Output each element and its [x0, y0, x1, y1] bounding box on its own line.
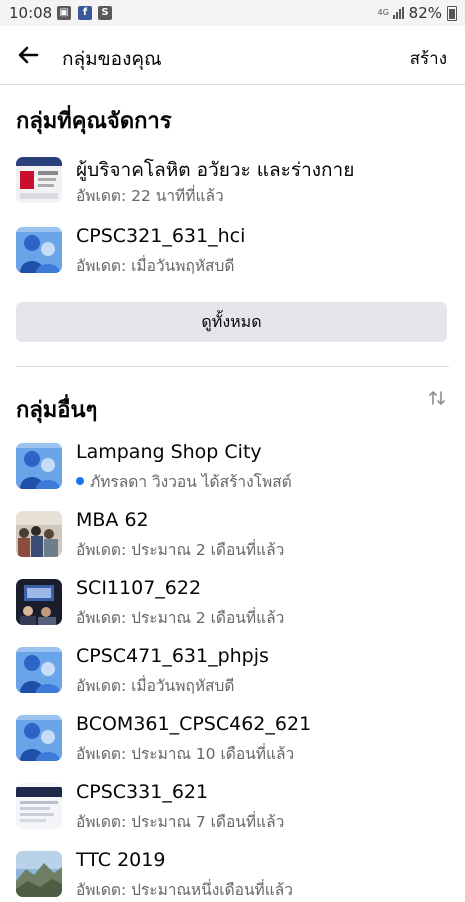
facebook-notification-icon: f [78, 6, 92, 20]
group-name: CPSC471_631_phpjs [76, 645, 269, 667]
group-item-lampang-shop-city[interactable]: Lampang Shop City ภัทรลดา วิงวอน ได้สร้า… [16, 441, 446, 491]
signal-icon [392, 7, 404, 19]
group-item-cpsc321[interactable]: CPSC321_631_hci อัพเดต: เมื่อวันพฤหัสบดี [16, 225, 446, 275]
group-name: SCI1107_622 [76, 577, 202, 599]
group-name: BCOM361_CPSC462_621 [76, 713, 312, 735]
group-default-cover-icon [16, 647, 62, 693]
app-notification-icon: S [98, 6, 112, 20]
section-divider [16, 366, 449, 367]
create-group-button[interactable]: สร้าง [410, 45, 447, 72]
group-item-bcom361[interactable]: BCOM361_CPSC462_621 อัพเดต: ประมาณ 10 เด… [16, 713, 446, 763]
group-default-cover-icon [16, 227, 62, 273]
group-item-ttc2019[interactable]: TTC 2019 อัพเดต: ประมาณหนึ่งเดือนที่แล้ว [16, 849, 446, 899]
group-update-time: อัพเดต: ประมาณ 2 เดือนที่แล้ว [76, 541, 285, 559]
group-update-time: อัพเดต: เมื่อวันพฤหัสบดี [76, 257, 235, 275]
group-name: TTC 2019 [76, 849, 166, 871]
group-name: CPSC321_631_hci [76, 225, 246, 247]
other-groups-heading: กลุ่มอื่นๆ [16, 398, 98, 423]
unread-dot-icon [76, 477, 84, 485]
status-bar: 10:08 ▣ f S 4G 82% [0, 0, 465, 26]
group-update-time: อัพเดต: ประมาณหนึ่งเดือนที่แล้ว [76, 881, 293, 899]
group-name: Lampang Shop City [76, 441, 262, 463]
group-update-time: อัพเดต: เมื่อวันพฤหัสบดี [76, 677, 235, 695]
battery-percent: 82% [408, 4, 442, 22]
gallery-notification-icon: ▣ [57, 6, 71, 20]
group-update-time: อัพเดต: 22 นาทีที่แล้ว [76, 187, 224, 205]
group-activity: ภัทรลดา วิงวอน ได้สร้างโพสต์ [76, 469, 292, 494]
group-name: CPSC331_621 [76, 781, 209, 803]
see-all-button[interactable]: ดูทั้งหมด [16, 302, 447, 342]
back-arrow-icon[interactable] [16, 43, 40, 67]
battery-icon [447, 5, 457, 21]
group-default-cover-icon [16, 443, 62, 489]
group-thumbnail [16, 579, 62, 625]
network-type-icon: 4G [377, 8, 389, 17]
group-thumbnail [16, 783, 62, 829]
group-name: MBA 62 [76, 509, 149, 531]
group-item-cpsc471[interactable]: CPSC471_631_phpjs อัพเดต: เมื่อวันพฤหัสบ… [16, 645, 446, 695]
group-item-sci1107[interactable]: SCI1107_622 อัพเดต: ประมาณ 2 เดือนที่แล้… [16, 577, 446, 627]
sort-icon[interactable] [427, 388, 447, 408]
group-update-time: อัพเดต: ประมาณ 10 เดือนที่แล้ว [76, 745, 295, 763]
group-item-blood-donation[interactable]: ผู้บริจาคโลหิต อวัยวะ และร่างกาย อัพเดต:… [16, 155, 446, 205]
group-default-cover-icon [16, 715, 62, 761]
group-name: ผู้บริจาคโลหิต อวัยวะ และร่างกาย [76, 159, 355, 181]
group-thumbnail [16, 851, 62, 897]
group-thumbnail [16, 157, 62, 203]
status-time: 10:08 [9, 4, 53, 22]
group-thumbnail [16, 511, 62, 557]
group-update-time: อัพเดต: ประมาณ 2 เดือนที่แล้ว [76, 609, 285, 627]
group-item-mba62[interactable]: MBA 62 อัพเดต: ประมาณ 2 เดือนที่แล้ว [16, 509, 446, 559]
page-title: กลุ่มของคุณ [62, 48, 162, 70]
group-activity-text: ภัทรลดา วิงวอน ได้สร้างโพสต์ [90, 473, 292, 491]
app-bar: กลุ่มของคุณ สร้าง [0, 26, 465, 85]
group-item-cpsc331[interactable]: CPSC331_621 อัพเดต: ประมาณ 7 เดือนที่แล้… [16, 781, 446, 831]
managed-groups-heading: กลุ่มที่คุณจัดการ [16, 109, 172, 134]
group-update-time: อัพเดต: ประมาณ 7 เดือนที่แล้ว [76, 813, 285, 831]
